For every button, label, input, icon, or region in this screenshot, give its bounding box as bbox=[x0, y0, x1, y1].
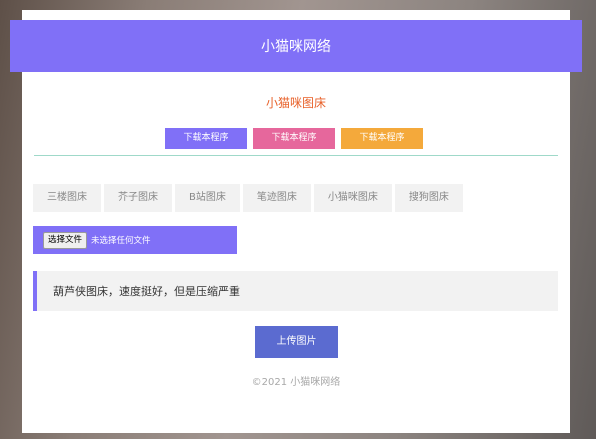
page-subtitle: 小猫咪图床 bbox=[265, 96, 326, 110]
image-host-tabs: 三楼图床 芥子图床 B站图床 笔迹图床 小猫咪图床 搜狗图床 bbox=[33, 184, 463, 212]
file-status-text: 未选择任何文件 bbox=[91, 236, 151, 246]
tab-sanlou[interactable]: 三楼图床 bbox=[33, 184, 101, 212]
main-card bbox=[22, 10, 570, 433]
site-title: 小猫咪网络 bbox=[261, 39, 331, 55]
download-button-row: 下载本程序 下载本程序 下载本程序 bbox=[165, 128, 423, 149]
tab-xiaomaomi[interactable]: 小猫咪图床 bbox=[313, 184, 392, 212]
notice-blockquote: 葫芦侠图床，速度挺好，但是压缩严重 bbox=[33, 271, 558, 311]
tab-biji[interactable]: 笔迹图床 bbox=[242, 184, 311, 212]
notice-text: 葫芦侠图床，速度挺好，但是压缩严重 bbox=[53, 285, 240, 298]
upload-image-button[interactable]: 上传图片 bbox=[255, 326, 338, 358]
choose-file-button[interactable]: 选择文件 bbox=[43, 231, 88, 249]
download-button-orange[interactable]: 下载本程序 bbox=[341, 128, 423, 149]
download-button-pink[interactable]: 下载本程序 bbox=[253, 128, 335, 149]
tab-bilibili[interactable]: B站图床 bbox=[175, 184, 240, 212]
divider bbox=[34, 155, 558, 156]
file-picker-panel: 选择文件 未选择任何文件 bbox=[33, 226, 237, 254]
tab-jiezi[interactable]: 芥子图床 bbox=[104, 184, 172, 212]
download-button-purple[interactable]: 下载本程序 bbox=[165, 128, 247, 149]
site-header: 小猫咪网络 bbox=[10, 20, 582, 72]
footer-copyright: ©2021 小猫咪网络 bbox=[251, 377, 341, 388]
tab-sougou[interactable]: 搜狗图床 bbox=[394, 184, 463, 212]
